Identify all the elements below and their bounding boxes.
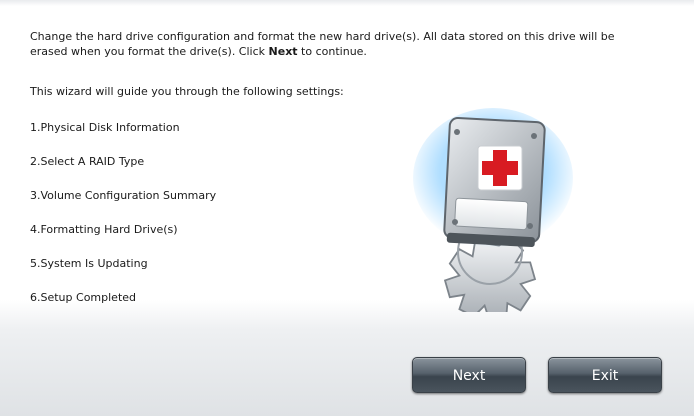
guide-text: This wizard will guide you through the f… (30, 85, 344, 98)
intro-bold-next: Next (268, 45, 298, 58)
step-item: 1.Physical Disk Information (30, 121, 180, 134)
medical-cross-icon (477, 145, 523, 191)
hard-drive-gear-icon (405, 92, 575, 321)
top-divider (0, 0, 694, 6)
step-item: 2.Select A RAID Type (30, 155, 145, 168)
step-item: 4.Formatting Hard Drive(s) (30, 223, 178, 236)
next-button[interactable]: Next (412, 357, 526, 393)
steps-list: 1.Physical Disk Information 2.Select A R… (30, 120, 330, 324)
exit-button[interactable]: Exit (548, 357, 662, 393)
intro-text: Change the hard drive configuration and … (30, 29, 630, 59)
intro-text-end: to continue. (297, 45, 367, 58)
step-item: 6.Setup Completed (30, 291, 137, 304)
wizard-dialog: Change the hard drive configuration and … (0, 0, 694, 416)
step-item: 5.System Is Updating (30, 257, 148, 270)
step-item: 3.Volume Configuration Summary (30, 189, 217, 202)
